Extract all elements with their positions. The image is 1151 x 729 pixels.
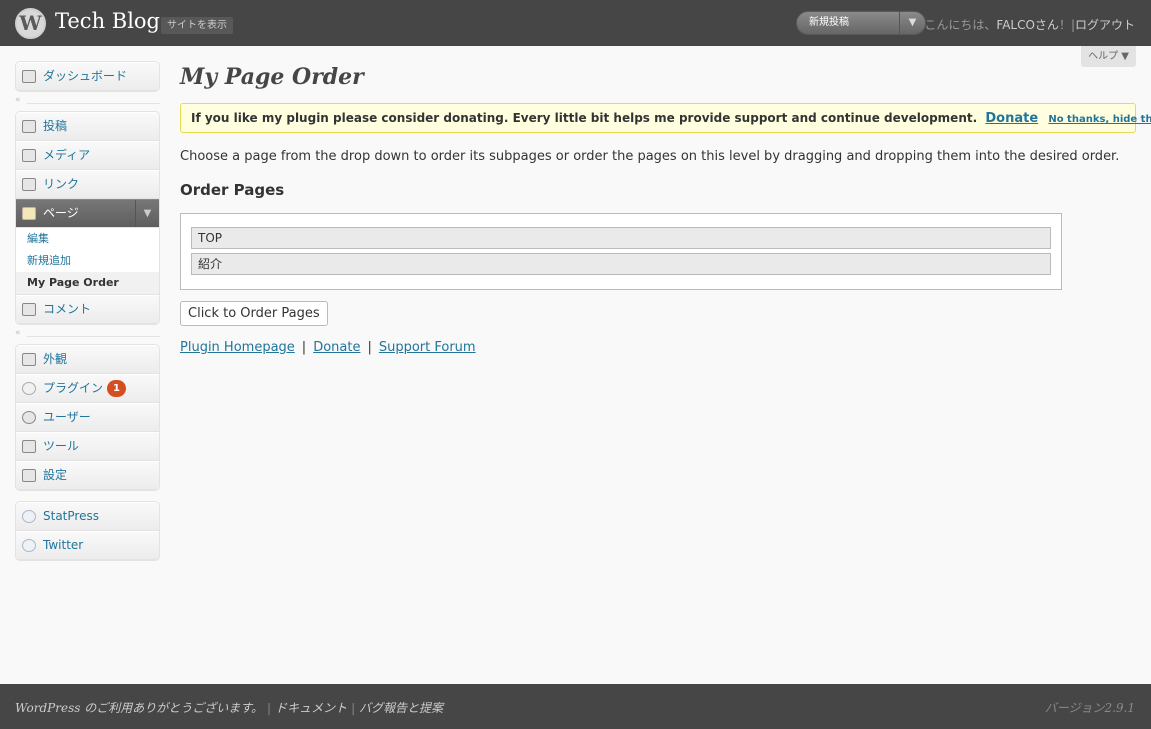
menu-item-media[interactable]: メディア [16,141,159,170]
collapse-arrow-icon[interactable]: « [15,328,21,338]
link-separator: | [301,340,307,355]
menu-label-settings: 設定 [43,468,68,482]
menu-label-links: リンク [43,177,80,191]
link-separator: | [367,340,372,355]
logout-link[interactable]: ログアウト [1075,18,1135,32]
menu-item-comments[interactable]: コメント [16,295,159,324]
donate-link[interactable]: Donate [313,340,360,355]
submenu-item-edit[interactable]: 編集 [16,228,159,250]
view-site-button[interactable]: サイトを表示 [161,17,233,34]
menu-label-users: ユーザー [43,410,91,424]
plugin-homepage-link[interactable]: Plugin Homepage [180,340,295,355]
menu-item-appearance[interactable]: 外観 [16,345,159,374]
menu-label-posts: 投稿 [43,119,68,133]
home-icon [22,70,36,83]
admin-menu: ダッシュボード « 投稿 メディア リンク ページ ▼ 編集 新規追加 My P… [15,61,160,561]
wordpress-logo-icon: W [15,8,46,39]
favorite-action-label[interactable]: 新規投稿 [809,12,849,34]
menu-item-posts[interactable]: 投稿 [16,112,159,141]
menu-item-twitter[interactable]: Twitter [16,531,159,560]
media-icon [22,149,36,162]
tools-icon [22,440,36,453]
chevron-down-icon[interactable]: ▼ [899,12,925,34]
menu-separator[interactable]: « [15,95,160,107]
menu-item-links[interactable]: リンク [16,170,159,199]
menu-group-admin: 外観 プラグイン 1 ユーザー ツール 設定 [15,344,160,491]
collapse-arrow-icon[interactable]: « [15,95,21,105]
page-order-list: TOP 紹介 [180,213,1062,290]
documentation-link[interactable]: ドキュメント [275,701,347,715]
footer-left: WordPress のご利用ありがとうございます。 | ドキュメント | バグ報告と提案 [15,701,444,715]
menu-item-dashboard[interactable]: ダッシュボード [16,62,159,91]
plugin-icon [22,382,36,395]
menu-item-statpress[interactable]: StatPress [16,502,159,531]
version-text: バージョン2.9.1 [1044,701,1135,715]
bug-report-link[interactable]: バグ報告と提案 [359,701,443,715]
help-tab[interactable]: ヘルプ ▼ [1081,46,1136,67]
order-pages-button[interactable]: Click to Order Pages [180,301,328,326]
menu-label-pages: ページ [43,206,79,220]
menu-group-plugin-pages: StatPress Twitter [15,501,160,561]
pages-icon [22,207,36,220]
menu-label-twitter: Twitter [43,538,84,552]
menu-item-tools[interactable]: ツール [16,432,159,461]
donation-notice: If you like my plugin please consider do… [180,103,1151,133]
instructions-text: Choose a page from the drop down to orde… [180,149,1120,164]
notice-hide-link[interactable]: No thanks, hide this [1048,114,1151,125]
admin-footer: WordPress のご利用ありがとうございます。 | ドキュメント | バグ報告と提案… [0,684,1151,729]
link-icon [22,178,36,191]
menu-group-dashboard: ダッシュボード [15,61,160,92]
plugin-links: Plugin Homepage | Donate | Support Forum [180,340,476,355]
settings-icon [22,469,36,482]
wordpress-thanks-link[interactable]: WordPress のご利用ありがとうございます。 [15,701,263,715]
order-item-introduction[interactable]: 紹介 [191,253,1051,275]
submenu-item-add-new[interactable]: 新規追加 [16,250,159,272]
menu-item-settings[interactable]: 設定 [16,461,159,490]
menu-label-statpress: StatPress [43,509,99,523]
menu-item-users[interactable]: ユーザー [16,403,159,432]
submenu-item-my-page-order[interactable]: My Page Order [16,272,159,294]
users-icon [22,411,36,424]
menu-item-plugins[interactable]: プラグイン 1 [16,374,159,403]
menu-label-comments: コメント [43,302,92,316]
user-info: こんにちは、FALCOさん！|ログアウト [924,16,1135,33]
menu-label-appearance: 外観 [43,352,68,366]
pin-icon [22,120,36,133]
pages-submenu: 編集 新規追加 My Page Order [16,228,159,295]
menu-label-media: メディア [43,148,91,162]
menu-label-dashboard: ダッシュボード [43,69,128,83]
admin-header: W Tech Blog サイトを表示 新規投稿 ▼ こんにちは、FALCOさん！… [0,0,1151,46]
comment-icon [22,303,36,316]
generic-gear-icon [22,510,36,523]
order-pages-heading: Order Pages [180,181,285,199]
menu-separator[interactable]: « [15,328,160,340]
menu-label-plugins: プラグイン [43,381,104,395]
profile-link[interactable]: FALCOさん [996,18,1059,32]
notice-donate-link[interactable]: Donate [985,111,1038,126]
greeting-suffix: ！| [1058,18,1075,32]
notice-text: If you like my plugin please consider do… [191,111,978,125]
favorite-actions-dropdown[interactable]: 新規投稿 ▼ [796,11,926,35]
site-title[interactable]: Tech Blog [55,9,160,33]
menu-group-content: 投稿 メディア リンク ページ ▼ 編集 新規追加 My Page Order … [15,111,160,325]
greeting-text: こんにちは、 [924,18,997,32]
page-title: My Page Order [180,64,364,90]
order-item-top[interactable]: TOP [191,227,1051,249]
appearance-icon [22,353,36,366]
generic-gear-icon [22,539,36,552]
menu-label-tools: ツール [43,439,80,453]
support-forum-link[interactable]: Support Forum [379,340,476,355]
update-count-badge: 1 [107,380,127,397]
menu-item-pages[interactable]: ページ ▼ [16,199,159,228]
submenu-label-my-page-order: My Page Order [27,276,119,289]
chevron-down-icon[interactable]: ▼ [135,200,159,227]
